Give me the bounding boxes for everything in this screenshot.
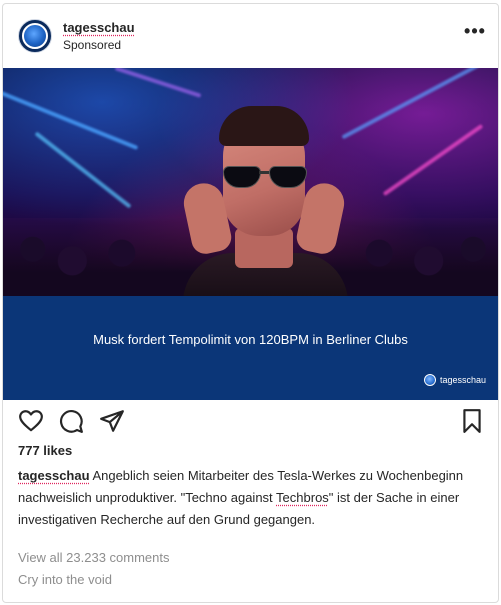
brand-mark: tagesschau [423,374,486,386]
bookmark-icon[interactable] [459,408,485,434]
view-comments-link[interactable]: View all 23.233 comments [18,550,170,565]
headline-text: Musk fordert Tempolimit von 120BPM in Be… [93,332,408,347]
sponsored-label: Sponsored [63,38,122,52]
post-header: tagesschau Sponsored ••• [3,4,498,68]
comment-icon[interactable] [58,408,84,434]
post-photo [3,68,498,296]
heart-icon[interactable] [18,408,44,434]
action-bar [3,404,498,436]
share-icon[interactable] [99,408,125,434]
more-horizontal-icon[interactable]: ••• [464,22,486,44]
brand-text: tagesschau [439,375,486,385]
add-comment-input[interactable]: Cry into the void [18,572,112,587]
person-figure [180,88,348,296]
tagesschau-logo-icon [22,23,48,49]
tagesschau-logo-icon [423,374,436,386]
avatar[interactable] [18,19,52,53]
likes-count[interactable]: 777 likes [18,443,72,458]
post-card: tagesschau Sponsored ••• Musk fordert Te… [2,3,499,603]
caption-highlight: Techbros [276,490,329,505]
caption-username[interactable]: tagesschau [18,468,90,483]
headline-banner: Musk fordert Tempolimit von 120BPM in Be… [3,296,498,400]
post-media[interactable]: Musk fordert Tempolimit von 120BPM in Be… [3,68,498,400]
sunglasses [223,166,309,190]
post-caption: tagesschau Angeblich seien Mitarbeiter d… [18,465,488,531]
post-username[interactable]: tagesschau [63,20,135,35]
